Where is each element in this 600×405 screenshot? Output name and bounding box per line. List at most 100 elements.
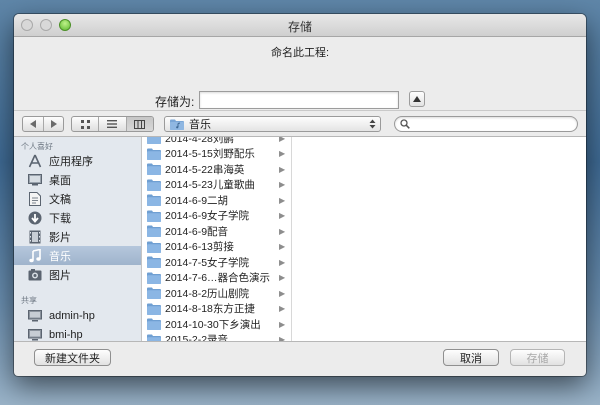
window-title: 存储 (287, 20, 312, 34)
folder-name: 2014-7-6…器合色演示 (165, 272, 271, 284)
triangle-up-icon (413, 96, 421, 102)
expand-dialog-button[interactable] (409, 91, 425, 107)
movies-icon (27, 229, 43, 245)
sidebar-item-bmi-hp[interactable]: bmi-hp (14, 325, 141, 341)
disclosure-arrow-icon: ▶ (279, 164, 286, 174)
shared-header: 共享 (21, 296, 37, 305)
folder-icon (147, 256, 161, 268)
applications-icon (27, 153, 43, 169)
folder-icon (147, 225, 161, 237)
folder-row[interactable]: 2014-7-5女子学院 ▶ (142, 254, 292, 270)
folder-column: 2014-4-28刘鹏 ▶ 2014-5-15刘野配乐 ▶ 2014-5-22串海英 ▶ 2… (141, 137, 292, 341)
folder-icon (147, 241, 161, 253)
folder-name: 2014-10-30下乡演出 (165, 318, 261, 331)
save-header: 命名此工程: 存储为: (14, 36, 586, 110)
folder-icon (147, 148, 161, 160)
folder-icon (147, 194, 161, 206)
folder-row[interactable]: 2014-5-15刘野配乐 ▶ (142, 146, 292, 162)
folder-row[interactable]: 2014-6-9配音 ▶ (142, 223, 292, 239)
music-folder-icon (170, 119, 184, 130)
dialog-footer: 新建文件夹 取消 存储 (14, 341, 586, 376)
folder-icon (147, 334, 161, 341)
filename-input[interactable] (199, 91, 399, 109)
folder-name: 2014-8-18东方正捷 (165, 303, 255, 315)
search-icon (400, 119, 410, 129)
folder-name: 2014-6-13剪接 (165, 241, 234, 253)
folder-icon (147, 272, 161, 284)
folder-row[interactable]: 2014-7-6…器合色演示 ▶ (142, 270, 292, 286)
computer-icon (27, 327, 43, 342)
column-view-icon (134, 119, 146, 129)
folder-row[interactable]: 2014-6-13剪接 ▶ (142, 239, 292, 255)
file-browser: 个人喜好 应用程序 桌面 文稿 下载 影片 音乐 图片 共享 admin-hp … (14, 136, 586, 342)
folder-icon (147, 137, 161, 144)
folder-row[interactable]: 2014-10-30下乡演出 ▶ (142, 316, 292, 332)
downloads-icon (27, 210, 43, 226)
list-view-icon (107, 120, 118, 128)
folder-icon (147, 318, 161, 330)
folder-row[interactable]: 2014-8-2历山剧院 ▶ (142, 285, 292, 301)
desktop-icon (27, 172, 43, 188)
back-forward-control (22, 116, 64, 132)
sidebar-item-documents[interactable]: 文稿 (14, 189, 141, 208)
folder-row[interactable]: 2014-5-22串海英 ▶ (142, 161, 292, 177)
icon-view-button[interactable] (72, 117, 98, 131)
sidebar-item-label: 音乐 (49, 250, 71, 263)
sidebar-item-label: 文稿 (49, 193, 71, 206)
sidebar-item-music[interactable]: 音乐 (14, 246, 141, 265)
sidebar-item-downloads[interactable]: 下载 (14, 208, 141, 227)
location-popup[interactable]: 音乐 (164, 116, 381, 132)
folder-row[interactable]: 2014-6-9二胡 ▶ (142, 192, 292, 208)
folder-name: 2014-4-28刘鹏 (165, 137, 234, 145)
pictures-icon (27, 267, 43, 283)
save-dialog: 存储 命名此工程: 存储为: 音乐 个人喜好 应用程序 桌面 文稿 下载 影片 … (14, 14, 586, 376)
folder-name: 2014-5-22串海英 (165, 163, 245, 176)
sidebar-item-admin-hp[interactable]: admin-hp (14, 306, 141, 325)
folder-icon (147, 287, 161, 299)
disclosure-arrow-icon: ▶ (279, 180, 286, 189)
disclosure-arrow-icon: ▶ (279, 226, 286, 236)
sidebar-item-label: 应用程序 (49, 155, 93, 168)
sidebar: 个人喜好 应用程序 桌面 文稿 下载 影片 音乐 图片 共享 admin-hp … (14, 137, 141, 341)
save-as-label: 存储为: (155, 95, 195, 109)
folder-icon (147, 179, 161, 191)
save-button[interactable]: 存储 (510, 349, 565, 366)
disclosure-arrow-icon: ▶ (279, 273, 286, 282)
new-folder-button[interactable]: 新建文件夹 (34, 349, 111, 366)
disclosure-arrow-icon: ▶ (279, 149, 286, 158)
disclosure-arrow-icon: ▶ (279, 211, 286, 220)
sidebar-item-label: admin-hp (49, 309, 95, 322)
folder-row[interactable]: 2014-6-9女子学院 ▶ (142, 208, 292, 224)
folder-row[interactable]: 2014-5-23儿童歌曲 ▶ (142, 177, 292, 193)
folder-row[interactable]: 2015-2-2录音 ▶ (142, 332, 292, 341)
sidebar-item-movies[interactable]: 影片 (14, 227, 141, 246)
disclosure-arrow-icon: ▶ (279, 304, 286, 313)
folder-name: 2015-2-2录音 (165, 334, 229, 341)
music-icon (27, 248, 43, 264)
sidebar-item-label: bmi-hp (49, 328, 83, 341)
search-field[interactable] (394, 116, 578, 132)
folder-name: 2014-6-9配音 (165, 225, 229, 238)
sidebar-item-desktop[interactable]: 桌面 (14, 170, 141, 189)
sidebar-item-label: 下载 (49, 212, 71, 225)
disclosure-arrow-icon: ▶ (279, 288, 286, 298)
sidebar-item-label: 桌面 (49, 174, 71, 187)
disclosure-arrow-icon: ▶ (279, 319, 286, 329)
folder-name: 2014-6-9女子学院 (165, 210, 250, 222)
cancel-button[interactable]: 取消 (443, 349, 499, 366)
view-mode-control (71, 116, 154, 132)
folder-icon (147, 163, 161, 175)
folder-name: 2014-5-23儿童歌曲 (165, 179, 255, 191)
sidebar-item-applications[interactable]: 应用程序 (14, 151, 141, 170)
disclosure-arrow-icon: ▶ (279, 242, 286, 251)
popup-arrows-icon (369, 119, 376, 129)
forward-button[interactable] (43, 117, 63, 131)
folder-name: 2014-5-15刘野配乐 (165, 148, 255, 160)
back-arrow-icon (30, 120, 36, 128)
folder-row[interactable]: 2014-8-18东方正捷 ▶ (142, 301, 292, 317)
disclosure-arrow-icon: ▶ (279, 137, 286, 143)
back-button[interactable] (23, 117, 43, 131)
list-view-button[interactable] (98, 117, 125, 131)
column-view-button[interactable] (125, 117, 153, 131)
sidebar-item-pictures[interactable]: 图片 (14, 265, 141, 284)
